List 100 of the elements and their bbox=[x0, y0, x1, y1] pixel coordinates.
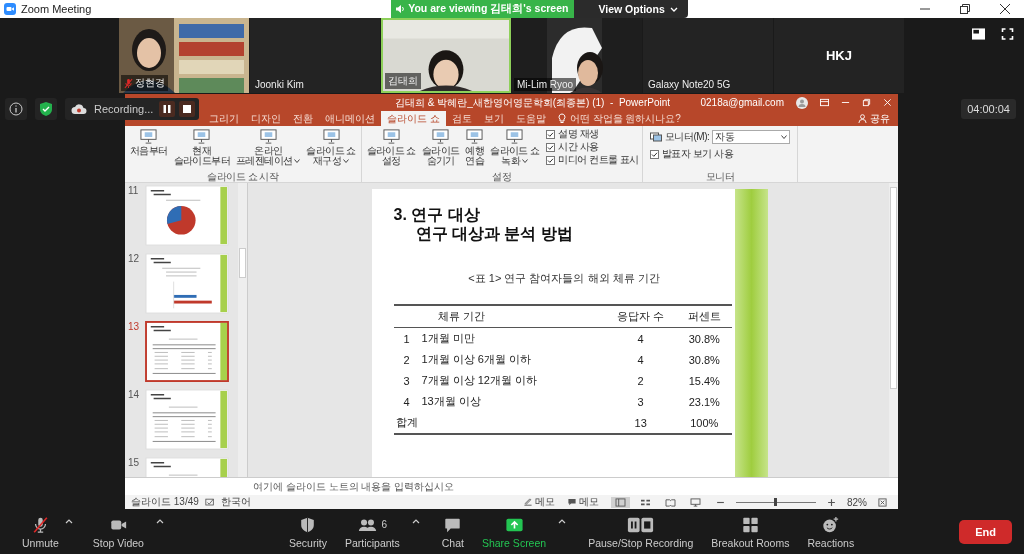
stop-icon[interactable] bbox=[179, 101, 196, 117]
caret-icon[interactable] bbox=[155, 518, 164, 524]
people-button[interactable]: 6 Participants bbox=[336, 515, 408, 549]
ribbon-button[interactable]: 슬라이드 쇼 설정 bbox=[364, 128, 418, 171]
slide-number: 13 bbox=[128, 321, 140, 332]
ribbon-tab[interactable]: 검토 bbox=[445, 111, 478, 126]
tell-me-field[interactable]: 어떤 작업을 원하시나요? bbox=[569, 111, 681, 126]
end-meeting-button[interactable]: End bbox=[959, 520, 1012, 544]
table-cell-text: 13개월 이상 bbox=[420, 394, 482, 409]
view-options-button[interactable]: View Options bbox=[574, 0, 688, 18]
table-cell-text: 2 bbox=[402, 352, 411, 368]
table-cell-text: 15.4% bbox=[687, 373, 721, 389]
comments-button[interactable]: 메모 bbox=[567, 495, 599, 509]
slide-number: 15 bbox=[128, 457, 140, 468]
slide-subheading: 연구 대상과 분석 방법 bbox=[414, 224, 574, 243]
table-cell-text: 4 bbox=[402, 394, 411, 410]
ribbon-button[interactable]: 현재 슬라이드부터 bbox=[171, 128, 232, 171]
pause-icon[interactable] bbox=[159, 101, 176, 117]
pause-stop-icon bbox=[626, 515, 656, 534]
caret-icon bbox=[343, 159, 350, 164]
ribbon-display-icon[interactable] bbox=[820, 98, 829, 107]
speaker-icon bbox=[395, 4, 406, 14]
shield-icon[interactable] bbox=[35, 98, 57, 120]
ribbon-tab[interactable]: 전환 bbox=[287, 111, 319, 126]
window-title: Zoom Meeting bbox=[21, 3, 92, 15]
checkbox-label[interactable]: 발표자 보기 사용 bbox=[661, 148, 734, 160]
record-button[interactable]: Pause/Stop Recording bbox=[580, 515, 702, 549]
ribbon-button[interactable]: 온라인 프레젠테이션 bbox=[234, 128, 303, 171]
account-email: 0218a@gmail.com bbox=[700, 97, 784, 108]
zoom-logo-icon bbox=[4, 3, 16, 15]
table-cell-text: 23.1% bbox=[687, 394, 721, 410]
table-caption: <표 1> 연구 참여자들의 해외 체류 기간 bbox=[467, 271, 661, 286]
checkbox[interactable] bbox=[649, 149, 659, 159]
zoom-slider[interactable] bbox=[736, 497, 816, 507]
table-cell-text: 3 bbox=[402, 373, 411, 389]
table-cell: 합계 bbox=[393, 412, 605, 434]
close-icon[interactable] bbox=[1000, 4, 1010, 14]
video-button[interactable]: Stop Video bbox=[84, 515, 152, 549]
checkbox[interactable] bbox=[546, 155, 556, 165]
chat-button[interactable]: Chat bbox=[433, 515, 472, 549]
caret-icon bbox=[294, 159, 301, 164]
table-cell: 13 bbox=[604, 412, 678, 434]
scrollbar[interactable] bbox=[238, 183, 247, 477]
column-header: 퍼센트 bbox=[677, 305, 732, 328]
ribbon-button[interactable]: 슬라이드 숨기기 bbox=[419, 128, 462, 171]
unmute-button[interactable]: Unmute bbox=[14, 515, 61, 549]
ribbon-tab[interactable]: 그리기 bbox=[203, 111, 245, 126]
caret-icon bbox=[781, 135, 788, 139]
fullscreen-icon[interactable] bbox=[1001, 28, 1014, 40]
notes-button[interactable]: 메모 bbox=[523, 495, 555, 509]
info-icon[interactable] bbox=[5, 98, 27, 120]
participant-name: 정현경 bbox=[135, 76, 165, 90]
monitor-dropdown[interactable]: 자동 bbox=[712, 130, 791, 144]
table-cell-text: 30.8% bbox=[687, 352, 721, 368]
slide-thumbnail[interactable] bbox=[145, 321, 229, 382]
reactions-button[interactable]: Reactions bbox=[799, 515, 863, 549]
caret-icon bbox=[669, 6, 678, 12]
pencil-icon bbox=[523, 497, 533, 507]
caret-icon bbox=[522, 159, 529, 164]
notes-field[interactable]: 여기에 슬라이드 노트의 내용을 입력하십시오 bbox=[253, 479, 455, 494]
caret-icon[interactable] bbox=[64, 518, 73, 524]
ribbon-tab[interactable]: 애니메이션 bbox=[319, 111, 381, 126]
monitor-icon bbox=[649, 132, 662, 142]
meeting-timer: 04:00:04 bbox=[961, 99, 1016, 119]
table-cell: 100% bbox=[677, 412, 732, 434]
person-icon bbox=[858, 114, 867, 123]
table-cell-text: 4 bbox=[636, 352, 645, 368]
ribbon-tab[interactable]: 도움말 bbox=[509, 111, 552, 126]
ribbon-button[interactable]: 슬라이드 쇼 녹화 bbox=[488, 128, 542, 171]
caret-icon[interactable] bbox=[558, 518, 567, 524]
avatar-icon[interactable] bbox=[796, 96, 808, 109]
slide-counter: 슬라이드 13/49 bbox=[131, 495, 199, 509]
table-cell: 1개월 미만 bbox=[419, 327, 605, 349]
ribbon-tab[interactable]: 보기 bbox=[477, 111, 510, 126]
ribbon-tab[interactable]: 디자인 bbox=[245, 111, 287, 126]
caret-icon[interactable] bbox=[411, 518, 420, 524]
rooms-button[interactable]: Breakout Rooms bbox=[703, 515, 798, 549]
shield-button[interactable]: Security bbox=[280, 515, 335, 549]
ribbon-button[interactable]: 슬라이드 쇼 재구성 bbox=[304, 128, 358, 171]
checkbox[interactable] bbox=[546, 129, 556, 139]
restore-icon[interactable] bbox=[960, 4, 970, 14]
participant-initials: HKJ bbox=[825, 47, 853, 65]
ribbon-button[interactable]: 예행 연습 bbox=[463, 128, 487, 171]
scrollbar[interactable] bbox=[889, 183, 898, 477]
ribbon-button[interactable]: 처음부터 bbox=[128, 128, 170, 171]
banner-text: You are viewing 김태희's screen bbox=[408, 2, 569, 16]
monitor-label: 모니터(M): bbox=[664, 130, 710, 144]
column-header: 체류 기간 bbox=[419, 305, 605, 328]
share-button[interactable]: 공유 bbox=[858, 111, 890, 126]
checkbox-label[interactable]: 미디어 컨트롤 표시 bbox=[558, 154, 639, 166]
table-cell: 30.8% bbox=[677, 327, 732, 349]
normal-view-icon[interactable] bbox=[611, 496, 630, 508]
ribbon-tab[interactable]: 슬라이드 쇼 bbox=[381, 111, 446, 126]
checkbox[interactable] bbox=[546, 142, 556, 152]
gallery-view-icon[interactable] bbox=[972, 28, 985, 40]
share-button[interactable]: Share Screen bbox=[473, 515, 555, 549]
table-cell-text: 1개월 이상 6개월 이하 bbox=[420, 352, 532, 367]
checkbox-label[interactable]: 설명 재생 bbox=[558, 128, 599, 140]
table-cell-text: 3 bbox=[636, 394, 645, 410]
checkbox-label[interactable]: 시간 사용 bbox=[558, 141, 599, 153]
